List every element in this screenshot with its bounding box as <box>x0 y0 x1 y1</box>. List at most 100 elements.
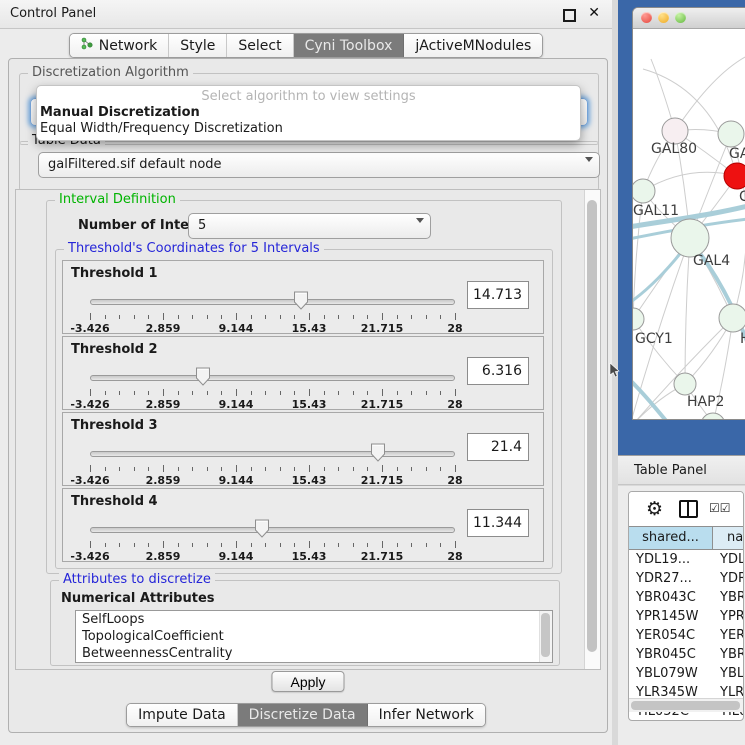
threshold-value-field[interactable]: 6.316 <box>467 357 529 385</box>
algorithm-option[interactable]: Manual Discretization <box>37 105 580 121</box>
list-scrollbar[interactable] <box>539 611 552 662</box>
group-title: Threshold's Coordinates for 5 Intervals <box>64 241 324 256</box>
table-row[interactable]: YDL19...YDL1 <box>629 550 743 569</box>
attribute-item[interactable]: BetweennessCentrality <box>76 645 552 662</box>
cell-name: YDL1 <box>713 550 743 569</box>
threshold-label: Threshold 1 <box>71 266 158 281</box>
gear-icon[interactable]: ⚙ <box>646 496 663 522</box>
tab-impute-data[interactable]: Impute Data <box>127 704 238 726</box>
table-row[interactable]: YBL079WYBL0 <box>629 664 743 683</box>
network-graph: GAL80GACGAL11GAL4GCY1HHAP2 <box>633 29 745 420</box>
close-traffic-light-icon[interactable] <box>641 12 652 23</box>
network-window: GAL80GACGAL11GAL4GCY1HHAP2 <box>632 7 745 420</box>
threshold-value-field[interactable]: 21.4 <box>467 433 529 461</box>
threshold-value-field[interactable]: 11.344 <box>467 509 529 537</box>
threshold-slider-thumb[interactable] <box>370 443 386 462</box>
threshold-slider-thumb[interactable] <box>293 291 309 310</box>
close-icon[interactable]: ✕ <box>588 5 600 21</box>
tab-style[interactable]: Style <box>169 34 227 57</box>
table-container: ⚙ ☑☑ shared... na YDL19...YDL1YDR27...YD… <box>628 491 744 721</box>
tab-label: Style <box>180 38 215 54</box>
cell-shared-name: YPR145W <box>629 607 713 626</box>
threshold-label: Threshold 4 <box>71 494 158 509</box>
tick-label: 15.43 <box>292 550 327 563</box>
network-node-h[interactable] <box>719 304 745 332</box>
network-node-gal11[interactable] <box>633 179 655 203</box>
table-rows: YDL19...YDL1YDR27...YDR2YBR043CYBR0YPR14… <box>629 550 743 721</box>
float-window-icon[interactable] <box>563 9 576 22</box>
settings-scroll-pane: Interval Definition Number of Intervals … <box>15 189 601 670</box>
attribute-item[interactable]: TopologicalCoefficient <box>76 628 552 645</box>
table-toolbar: ⚙ ☑☑ <box>629 492 743 526</box>
tab-jactivemnodules[interactable]: jActiveMNodules <box>404 34 542 57</box>
network-node[interactable] <box>701 413 725 420</box>
node-label: C <box>739 189 745 205</box>
cell-name: YBR0 <box>713 645 743 664</box>
tick-label: 21.715 <box>361 550 403 563</box>
network-node-hap2[interactable] <box>674 373 696 395</box>
table-data-combobox[interactable]: galFiltered.sif default node <box>38 152 600 178</box>
minimize-traffic-light-icon[interactable] <box>658 12 669 23</box>
network-node-gal4[interactable] <box>671 219 709 257</box>
tab-discretize-data[interactable]: Discretize Data <box>238 704 368 726</box>
tab-cyni-toolbox[interactable]: Cyni Toolbox <box>294 34 405 57</box>
network-view-frame: GAL80GACGAL11GAL4GCY1HHAP2 <box>618 0 745 455</box>
threshold-slider-track[interactable] <box>90 299 455 305</box>
apply-button[interactable]: Apply <box>271 671 344 692</box>
window-title: Control Panel <box>10 6 96 21</box>
tab-label: Network <box>99 38 157 54</box>
tick-label: 9.144 <box>219 398 254 411</box>
table-row[interactable]: YBR045CYBR0 <box>629 645 743 664</box>
bottom-tab-group: Impute DataDiscretize DataInfer Network <box>126 703 486 727</box>
network-edge[interactable] <box>643 172 737 191</box>
tick-label: 28 <box>447 474 462 487</box>
zoom-traffic-light-icon[interactable] <box>675 12 686 23</box>
algorithm-option[interactable]: Equal Width/Frequency Discretization <box>37 121 580 137</box>
network-node-ga[interactable] <box>718 121 744 147</box>
threshold-slider-track[interactable] <box>90 451 455 457</box>
control-panel-titlebar: Control Panel ✕ <box>0 0 612 29</box>
threshold-slider-track[interactable] <box>90 375 455 381</box>
table-row[interactable]: YPR145WYPR1 <box>629 607 743 626</box>
popup-options: Manual DiscretizationEqual Width/Frequen… <box>37 105 580 137</box>
table-row[interactable]: YER054CYER0 <box>629 626 743 645</box>
intervals-value: 5 <box>198 218 206 233</box>
tick-label: 28 <box>447 322 462 335</box>
numerical-attributes-label: Numerical Attributes <box>61 591 215 606</box>
number-of-intervals-combobox[interactable]: 5 <box>188 213 431 239</box>
numerical-attributes-list[interactable]: SelfLoopsTopologicalCoefficientBetweenne… <box>75 610 553 663</box>
cyni-toolbox-panel: Discretization Algorithm Select algorith… <box>8 58 608 733</box>
tab-infer-network[interactable]: Infer Network <box>368 704 485 726</box>
threshold-panel-3: Threshold 3-3.4262.8599.14415.4321.71528… <box>62 412 544 486</box>
cell-shared-name: YBR043C <box>629 588 713 607</box>
tick-label: 21.715 <box>361 398 403 411</box>
network-icon <box>81 37 94 54</box>
table-row[interactable]: YDR27...YDR2 <box>629 569 743 588</box>
top-tab-row: Network Style Select Cyni Toolbox jActiveMNo… <box>0 33 612 58</box>
node-label: GA <box>729 146 745 162</box>
network-node-c[interactable] <box>724 163 745 189</box>
combo-stepper-icon <box>577 158 593 178</box>
network-canvas[interactable]: GAL80GACGAL11GAL4GCY1HHAP2 <box>633 29 745 420</box>
cell-shared-name: YER054C <box>629 626 713 645</box>
table-data-group: Table Data galFiltered.sif default node <box>19 141 599 191</box>
threshold-slider-thumb[interactable] <box>254 519 270 538</box>
attribute-item[interactable]: SelfLoops <box>76 611 552 628</box>
horizontal-scrollbar[interactable] <box>629 698 743 712</box>
column-header-name[interactable]: na <box>713 527 743 549</box>
tab-label: Cyni Toolbox <box>305 38 393 54</box>
threshold-slider-thumb[interactable] <box>195 367 211 386</box>
threshold-slider-track[interactable] <box>90 527 455 533</box>
columns-icon[interactable] <box>679 500 698 518</box>
table-row[interactable]: YBR043CYBR0 <box>629 588 743 607</box>
column-header-shared-name[interactable]: shared... <box>629 527 713 549</box>
tab-select[interactable]: Select <box>227 34 293 57</box>
tick-label: 21.715 <box>361 474 403 487</box>
threshold-value-field[interactable]: 14.713 <box>467 281 529 309</box>
tab-network[interactable]: Network <box>70 34 169 57</box>
network-node-gcy1[interactable] <box>633 308 644 330</box>
checkbox-icons[interactable]: ☑☑ <box>709 501 731 515</box>
vertical-scrollbar[interactable] <box>584 190 600 669</box>
group-title: Attributes to discretize <box>59 572 215 587</box>
network-window-titlebar <box>633 8 745 29</box>
